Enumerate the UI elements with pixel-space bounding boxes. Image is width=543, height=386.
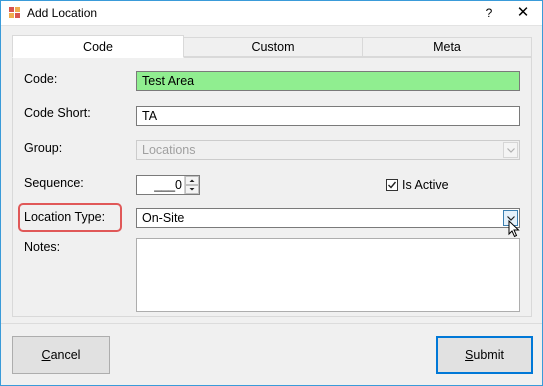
- checkmark-icon: [388, 181, 397, 189]
- divider: [1, 323, 542, 324]
- sequence-stepper[interactable]: ___0: [136, 175, 200, 195]
- location-type-dropdown[interactable]: On-Site: [136, 208, 520, 228]
- code-short-field[interactable]: TA: [136, 106, 520, 126]
- notes-textarea[interactable]: [136, 238, 520, 312]
- help-button[interactable]: ?: [476, 1, 502, 25]
- tab-code[interactable]: Code: [12, 35, 184, 58]
- notes-label: Notes:: [24, 240, 61, 254]
- tab-custom[interactable]: Custom: [183, 37, 363, 57]
- chevron-down-icon: [503, 142, 518, 158]
- location-type-label: Location Type:: [24, 210, 106, 224]
- cancel-mnemonic: C: [41, 348, 51, 362]
- cancel-button[interactable]: Cancel: [12, 336, 110, 374]
- window-title: Add Location: [27, 6, 98, 20]
- code-short-label: Code Short:: [24, 106, 91, 120]
- code-label: Code:: [24, 72, 58, 86]
- app-icon: [8, 6, 22, 20]
- cancel-label-rest: ancel: [50, 348, 81, 362]
- mouse-cursor-icon: [508, 220, 520, 238]
- title-bar: Add Location ? ✕: [1, 1, 542, 26]
- increment-button[interactable]: [185, 176, 199, 185]
- tab-meta[interactable]: Meta: [362, 37, 532, 57]
- is-active-checkbox[interactable]: [386, 179, 398, 191]
- code-field[interactable]: Test Area: [136, 71, 520, 91]
- sequence-value: ___0: [154, 178, 182, 192]
- location-type-value: On-Site: [142, 211, 185, 225]
- is-active-label: Is Active: [402, 178, 449, 192]
- add-location-dialog: Add Location ? ✕ Code Custom Meta Code: …: [0, 0, 543, 386]
- group-value: Locations: [142, 143, 196, 157]
- group-dropdown[interactable]: Locations: [136, 140, 520, 160]
- tab-strip: Code Custom Meta: [12, 35, 532, 58]
- group-label: Group:: [24, 141, 63, 155]
- decrement-button[interactable]: [185, 185, 199, 194]
- submit-label-rest: ubmit: [473, 348, 504, 362]
- submit-button[interactable]: Submit: [436, 336, 533, 374]
- close-button[interactable]: ✕: [508, 1, 538, 25]
- sequence-label: Sequence:: [24, 176, 84, 190]
- spin-buttons: [184, 176, 199, 194]
